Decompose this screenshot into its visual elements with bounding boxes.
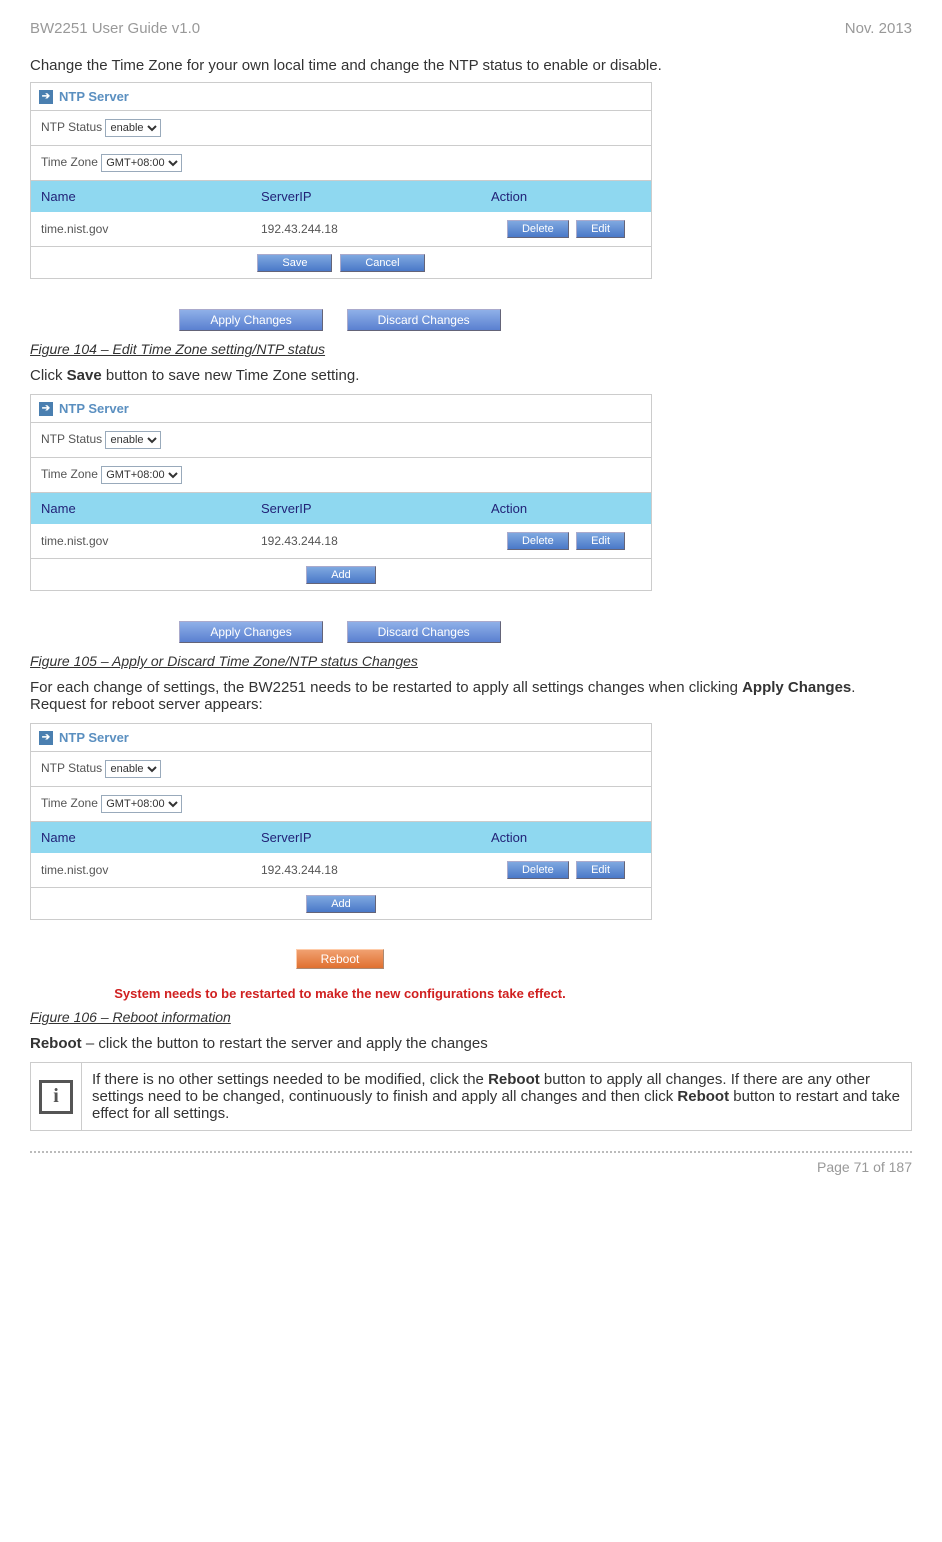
col-action: Action [481, 181, 651, 212]
table-header: Name ServerIP Action [31, 822, 651, 853]
discard-changes-button[interactable]: Discard Changes [347, 309, 501, 331]
apply-discard-row-1: Apply Changes Discard Changes [30, 309, 650, 331]
delete-button[interactable]: Delete [507, 532, 569, 550]
col-serverip: ServerIP [251, 822, 481, 853]
col-action: Action [481, 493, 651, 524]
table-row: time.nist.gov 192.43.244.18 Delete Edit [31, 524, 651, 558]
ntp-status-label: NTP Status [41, 120, 102, 134]
apply-instruction: For each change of settings, the BW2251 … [30, 679, 912, 713]
ntp-panel-reboot: ➔ NTP Server NTP Status enable Time Zone… [30, 723, 652, 920]
ntp-status-label: NTP Status [41, 761, 102, 775]
timezone-label: Time Zone [41, 467, 98, 481]
panel-header: ➔ NTP Server [31, 724, 651, 752]
timezone-row: Time Zone GMT+08:00 [31, 458, 651, 493]
cell-ip: 192.43.244.18 [251, 855, 481, 885]
intro-text: Change the Time Zone for your own local … [30, 57, 912, 74]
add-button[interactable]: Add [306, 895, 376, 913]
add-button[interactable]: Add [306, 566, 376, 584]
timezone-select[interactable]: GMT+08:00 [101, 154, 182, 172]
cell-ip: 192.43.244.18 [251, 526, 481, 556]
add-row: Add [31, 887, 651, 919]
figure-104-caption: Figure 104 – Edit Time Zone setting/NTP … [30, 341, 912, 357]
ntp-status-row: NTP Status enable [31, 752, 651, 787]
ntp-status-row: NTP Status enable [31, 423, 651, 458]
col-name: Name [31, 181, 251, 212]
reboot-row: Reboot [30, 950, 650, 966]
system-restart-message: System needs to be restarted to make the… [30, 986, 650, 1001]
cell-name: time.nist.gov [31, 214, 251, 244]
table-header: Name ServerIP Action [31, 181, 651, 212]
add-row: Add [31, 558, 651, 590]
cell-name: time.nist.gov [31, 855, 251, 885]
page-header: BW2251 User Guide v1.0 Nov. 2013 [30, 20, 912, 37]
table-row: time.nist.gov 192.43.244.18 Delete Edit [31, 853, 651, 887]
doc-title: BW2251 User Guide v1.0 [30, 20, 200, 37]
timezone-label: Time Zone [41, 796, 98, 810]
reboot-button[interactable]: Reboot [296, 949, 385, 969]
doc-date: Nov. 2013 [845, 20, 912, 37]
edit-button[interactable]: Edit [576, 532, 625, 550]
info-box: i If there is no other settings needed t… [30, 1062, 912, 1131]
arrow-icon: ➔ [39, 731, 53, 745]
panel-title: NTP Server [59, 401, 129, 416]
cell-name: time.nist.gov [31, 526, 251, 556]
figure-106-caption: Figure 106 – Reboot information [30, 1009, 912, 1025]
reboot-instruction: Reboot – click the button to restart the… [30, 1035, 912, 1052]
ntp-panel-list: ➔ NTP Server NTP Status enable Time Zone… [30, 394, 652, 591]
col-serverip: ServerIP [251, 181, 481, 212]
cell-ip: 192.43.244.18 [251, 214, 481, 244]
ntp-status-select[interactable]: enable [105, 119, 161, 137]
ntp-status-select[interactable]: enable [105, 431, 161, 449]
edit-button[interactable]: Edit [576, 220, 625, 238]
figure-105-caption: Figure 105 – Apply or Discard Time Zone/… [30, 653, 912, 669]
col-name: Name [31, 822, 251, 853]
col-serverip: ServerIP [251, 493, 481, 524]
save-button[interactable]: Save [257, 254, 332, 272]
info-text: If there is no other settings needed to … [82, 1063, 911, 1130]
save-cancel-row: Save Cancel [31, 246, 651, 278]
apply-changes-button[interactable]: Apply Changes [179, 309, 322, 331]
timezone-select[interactable]: GMT+08:00 [101, 795, 182, 813]
timezone-row: Time Zone GMT+08:00 [31, 787, 651, 822]
panel-title: NTP Server [59, 730, 129, 745]
save-instruction: Click Save button to save new Time Zone … [30, 367, 912, 384]
arrow-icon: ➔ [39, 90, 53, 104]
ntp-status-label: NTP Status [41, 432, 102, 446]
panel-header: ➔ NTP Server [31, 83, 651, 111]
table-header: Name ServerIP Action [31, 493, 651, 524]
col-name: Name [31, 493, 251, 524]
edit-button[interactable]: Edit [576, 861, 625, 879]
col-action: Action [481, 822, 651, 853]
delete-button[interactable]: Delete [507, 220, 569, 238]
apply-discard-row-2: Apply Changes Discard Changes [30, 621, 650, 643]
discard-changes-button[interactable]: Discard Changes [347, 621, 501, 643]
cancel-button[interactable]: Cancel [340, 254, 424, 272]
info-icon-cell: i [31, 1063, 82, 1130]
page-footer: Page 71 of 187 [30, 1151, 912, 1175]
apply-changes-button[interactable]: Apply Changes [179, 621, 322, 643]
arrow-icon: ➔ [39, 402, 53, 416]
ntp-panel-edit: ➔ NTP Server NTP Status enable Time Zone… [30, 82, 652, 279]
ntp-status-row: NTP Status enable [31, 111, 651, 146]
table-row: time.nist.gov 192.43.244.18 Delete Edit [31, 212, 651, 246]
panel-header: ➔ NTP Server [31, 395, 651, 423]
timezone-label: Time Zone [41, 155, 98, 169]
panel-title: NTP Server [59, 89, 129, 104]
info-icon: i [39, 1080, 73, 1114]
timezone-row: Time Zone GMT+08:00 [31, 146, 651, 181]
delete-button[interactable]: Delete [507, 861, 569, 879]
ntp-status-select[interactable]: enable [105, 760, 161, 778]
timezone-select[interactable]: GMT+08:00 [101, 466, 182, 484]
